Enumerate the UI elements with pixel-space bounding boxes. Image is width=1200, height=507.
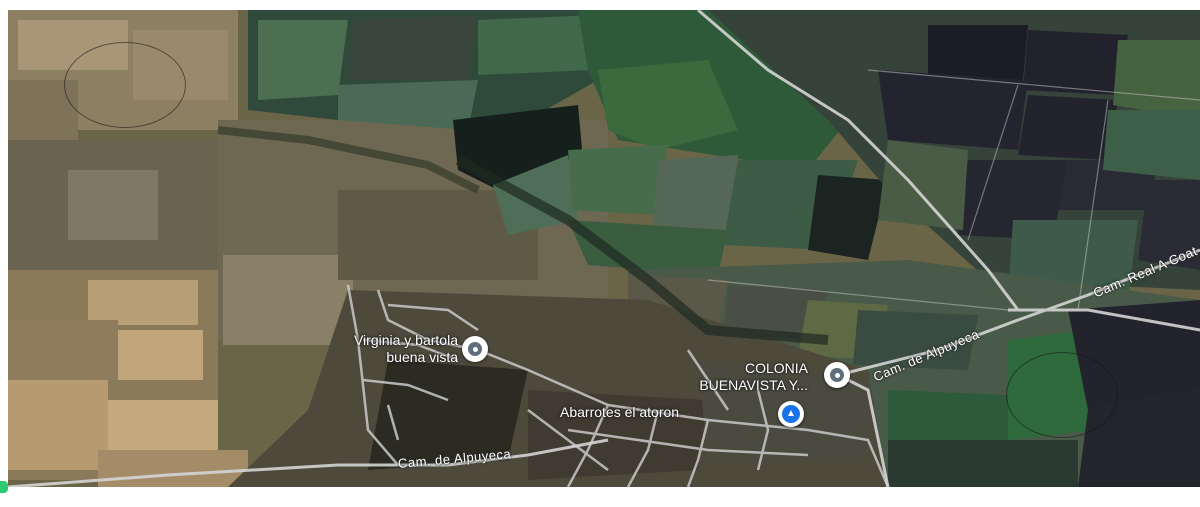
location-pin-icon[interactable] (824, 362, 850, 388)
place-label-abarrotes-el-atoron[interactable]: Abarrotes el atoron (560, 404, 679, 421)
pin-dot (830, 368, 844, 382)
place-label-line: Virginia y bartola (353, 332, 458, 348)
watermark-seal-left (64, 42, 186, 128)
place-label-line: COLONIA (744, 360, 808, 376)
place-label-line: buena vista (386, 349, 458, 365)
place-label-line: BUENAVISTA Y... (699, 377, 808, 393)
pin-dot (468, 342, 482, 356)
place-label-colonia-buenavista[interactable]: COLONIA BUENAVISTA Y... (638, 360, 808, 394)
shop-pin-inner: ▲ (782, 405, 800, 423)
place-label-line: Abarrotes el atoron (560, 404, 680, 420)
place-label-virginia-y-bartola[interactable]: Virginia y bartola buena vista (270, 332, 458, 366)
location-pin-icon[interactable] (462, 336, 488, 362)
watermark-seal-right (1006, 352, 1118, 438)
side-tab-handle[interactable] (0, 481, 8, 493)
shopping-bag-icon[interactable]: ▲ (778, 401, 804, 427)
satellite-map[interactable]: Cam. de Alpuyeca Cam. de Alpuyeca Cam. R… (8, 10, 1200, 487)
